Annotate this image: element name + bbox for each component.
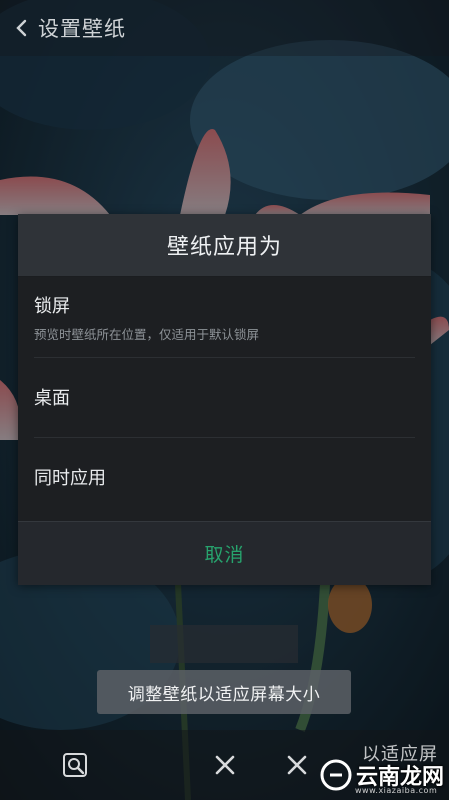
adjust-wallpaper-button[interactable]: 调整壁纸以适应屏幕大小 [97, 670, 351, 714]
option-label: 锁屏 [34, 295, 70, 317]
top-bar: 设置壁纸 [0, 0, 449, 56]
close-icon[interactable] [282, 750, 312, 780]
option-label: 同时应用 [34, 468, 106, 489]
dialog-title: 壁纸应用为 [166, 235, 282, 260]
option-apply-both[interactable]: 同时应用 [18, 437, 431, 517]
apply-wallpaper-dialog: 壁纸应用为 锁屏 预览时壁纸所在位置，仅适用于默认锁屏 桌面 同时应用 取消 [18, 214, 431, 585]
dark-panel [150, 625, 298, 663]
option-description: 预览时壁纸所在位置，仅适用于默认锁屏 [34, 326, 260, 342]
chevron-left-icon[interactable] [8, 14, 36, 42]
option-label: 桌面 [34, 388, 70, 409]
dialog-footer: 取消 [18, 521, 431, 585]
cancel-button[interactable]: 取消 [204, 540, 244, 567]
zoom-search-icon[interactable] [60, 750, 90, 780]
watermark-url: www.xiazaiba.com [355, 786, 438, 795]
watermark-mark-icon [320, 759, 352, 791]
option-desktop[interactable]: 桌面 [18, 357, 431, 437]
close-icon[interactable] [210, 750, 240, 780]
dialog-options: 锁屏 预览时壁纸所在位置，仅适用于默认锁屏 桌面 同时应用 [18, 277, 431, 521]
dialog-header: 壁纸应用为 [18, 214, 431, 277]
page-title: 设置壁纸 [38, 17, 126, 41]
option-lock-screen[interactable]: 锁屏 预览时壁纸所在位置，仅适用于默认锁屏 [18, 277, 431, 357]
